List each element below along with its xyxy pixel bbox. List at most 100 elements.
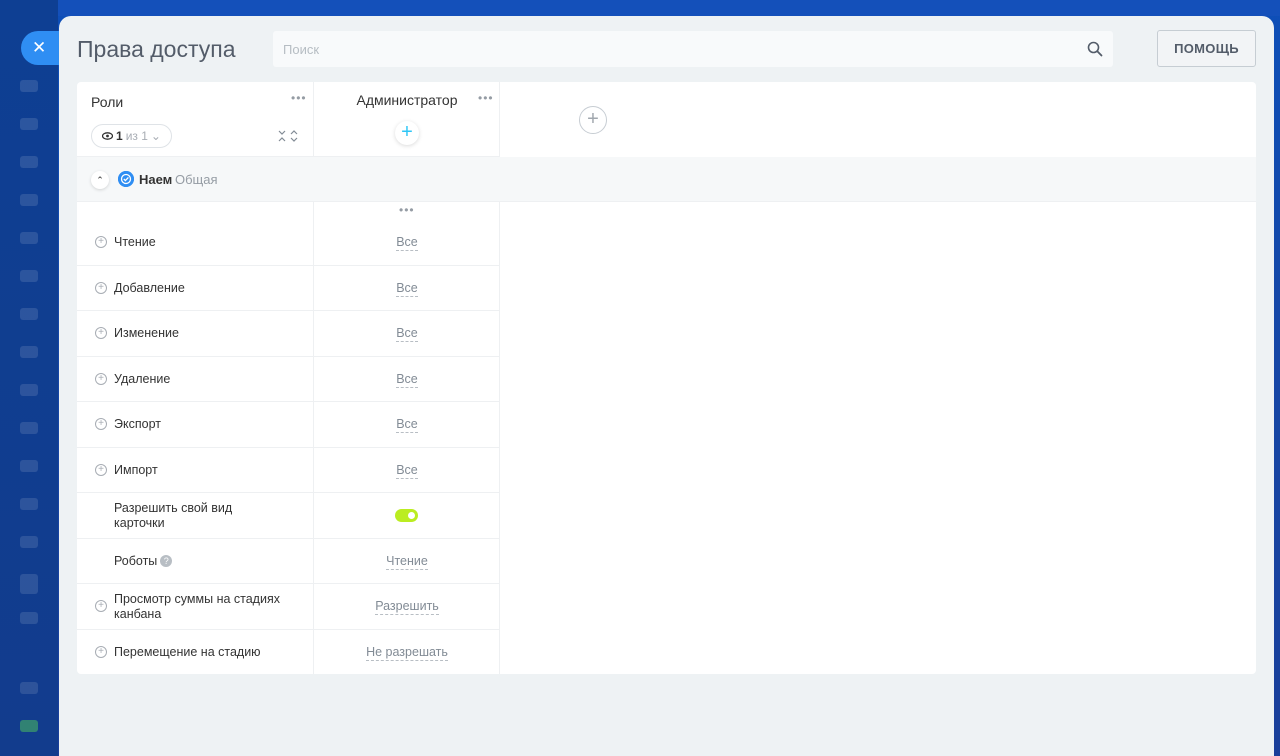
permission-label: Добавление xyxy=(114,280,185,295)
permission-toggle[interactable] xyxy=(395,509,418,522)
permission-row-add: + Добавление Все xyxy=(77,266,500,311)
permission-value[interactable]: Все xyxy=(314,280,500,297)
chevron-up-icon: ⌃ xyxy=(96,175,104,185)
sidebar-blur-item xyxy=(20,270,38,282)
permission-label: Чтение xyxy=(114,235,156,249)
expand-plus-icon[interactable]: + xyxy=(95,236,107,248)
permission-value-text[interactable]: Все xyxy=(396,235,418,251)
expand-plus-icon[interactable]: + xyxy=(95,463,107,476)
help-button[interactable]: ПОМОЩЬ xyxy=(1157,30,1256,67)
expand-plus-icon[interactable]: + xyxy=(95,327,107,339)
roles-counter[interactable]: 1 из 1 ⌄ xyxy=(91,124,172,148)
sidebar-blur-item xyxy=(20,612,38,624)
close-icon[interactable]: ✕ xyxy=(32,38,46,57)
background-top xyxy=(58,0,1280,16)
permission-value-text[interactable]: Чтение xyxy=(386,553,428,570)
permission-rows: + Чтение Все + Добавление Все + Изменени… xyxy=(77,220,500,675)
sidebar-blur-item xyxy=(20,422,38,434)
section-header: ⌃ Наем Общая xyxy=(77,157,1256,202)
permission-label: Роботы? xyxy=(114,554,304,569)
permission-label: Экспорт xyxy=(114,417,161,431)
sidebar-blur-item xyxy=(20,574,38,594)
sidebar-blur-item xyxy=(20,720,38,732)
role-title-administrator[interactable]: Администратор xyxy=(314,92,500,108)
permission-row-delete: + Удаление Все xyxy=(77,357,500,402)
roles-label: Роли xyxy=(91,94,124,110)
eye-icon xyxy=(101,129,114,143)
plus-icon: + xyxy=(401,121,413,143)
roles-counter-total: из 1 xyxy=(125,129,148,143)
sidebar-blur-item xyxy=(20,118,38,130)
expand-plus-icon[interactable]: + xyxy=(95,281,107,294)
section-actions-row: ••• xyxy=(77,202,500,220)
permission-label-line: Разрешить свой вид xyxy=(114,501,233,515)
sidebar-blur-item xyxy=(20,460,38,472)
permission-value-text[interactable]: Разрешить xyxy=(375,599,439,615)
roles-menu-icon[interactable]: ••• xyxy=(291,92,307,104)
sidebar-blur-item xyxy=(20,232,38,244)
sidebar-blur-item xyxy=(20,682,38,694)
sidebar-blur-item xyxy=(20,498,38,510)
permission-label: Разрешить свой вид карточки xyxy=(114,501,304,531)
background-sidebar xyxy=(0,0,58,756)
add-permission-button[interactable]: + xyxy=(395,121,419,145)
section-type: Общая xyxy=(175,172,218,187)
section-menu-icon[interactable]: ••• xyxy=(399,204,415,216)
chevron-down-icon: ⌄ xyxy=(150,129,161,143)
sidebar-blur-item xyxy=(20,194,38,206)
expand-plus-icon[interactable]: + xyxy=(95,600,107,612)
section-check-icon xyxy=(118,171,134,187)
permission-label: Изменение xyxy=(114,326,179,340)
sidebar-blur-item xyxy=(20,384,38,396)
permission-value-text[interactable]: Все xyxy=(396,417,418,433)
expand-plus-icon[interactable]: + xyxy=(95,645,107,658)
permission-label: Перемещение на стадию xyxy=(114,644,261,659)
plus-icon: + xyxy=(587,108,599,130)
permission-row-import: + Импорт Все xyxy=(77,448,500,493)
permission-value-text[interactable]: Все xyxy=(396,371,418,388)
permission-row-export: + Экспорт Все xyxy=(77,402,500,448)
permission-label-text: Роботы xyxy=(114,553,158,568)
admin-role-header: Администратор ••• + xyxy=(314,82,499,157)
permission-row-kanban-sum: + Просмотр суммы на стадиях канбана Разр… xyxy=(77,584,500,630)
role-menu-icon[interactable]: ••• xyxy=(478,92,494,104)
permission-label-line: Просмотр суммы на стадиях xyxy=(114,592,280,606)
sidebar-blur-item xyxy=(20,156,38,168)
search-bar[interactable] xyxy=(273,31,1113,67)
add-role-button[interactable]: + xyxy=(579,106,607,134)
permission-label-line: канбана xyxy=(114,607,162,621)
sidebar-blur-item xyxy=(20,536,38,548)
permission-row-read: + Чтение Все xyxy=(77,220,500,266)
permission-value[interactable]: Разрешить xyxy=(314,599,500,615)
access-rights-slider: Права доступа ПОМОЩЬ Роли ••• 1 из 1 ⌄ xyxy=(59,16,1274,756)
permission-value[interactable]: Не разрешать xyxy=(314,644,500,661)
permission-value[interactable]: Все xyxy=(314,326,500,342)
sidebar-blur-item xyxy=(20,346,38,358)
search-icon[interactable] xyxy=(1087,41,1103,57)
permission-value-text[interactable]: Все xyxy=(396,280,418,297)
permission-value[interactable]: Все xyxy=(314,235,500,251)
sidebar-blur-item xyxy=(20,80,38,92)
search-input[interactable] xyxy=(283,41,1087,57)
roles-header: Роли ••• 1 из 1 ⌄ xyxy=(77,82,313,157)
permission-label: Импорт xyxy=(114,462,158,477)
permission-value[interactable]: Все xyxy=(314,371,500,388)
expand-plus-icon[interactable]: + xyxy=(95,418,107,430)
permission-value-text[interactable]: Не разрешать xyxy=(366,644,448,661)
page-title: Права доступа xyxy=(77,36,236,62)
permission-label: Удаление xyxy=(114,371,171,386)
collapse-section-button[interactable]: ⌃ xyxy=(91,171,109,189)
collapse-expand-icon[interactable] xyxy=(277,129,299,146)
permission-value[interactable]: Чтение xyxy=(314,553,500,570)
permission-value-text[interactable]: Все xyxy=(396,462,418,479)
permission-label-line: карточки xyxy=(114,516,165,530)
permission-row-custom-card-view: Разрешить свой вид карточки xyxy=(77,493,500,539)
expand-plus-icon[interactable]: + xyxy=(95,372,107,385)
permissions-table: Роли ••• 1 из 1 ⌄ Администратор ••• + + … xyxy=(77,82,1256,674)
sidebar-blur-item xyxy=(20,308,38,320)
help-icon[interactable]: ? xyxy=(160,554,173,567)
roles-counter-current: 1 xyxy=(116,129,123,143)
permission-value-text[interactable]: Все xyxy=(396,326,418,342)
permission-value[interactable]: Все xyxy=(314,417,500,433)
permission-value[interactable]: Все xyxy=(314,462,500,479)
